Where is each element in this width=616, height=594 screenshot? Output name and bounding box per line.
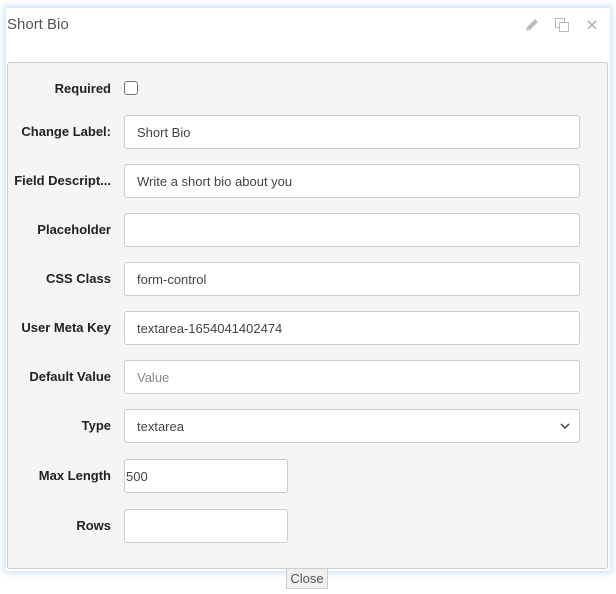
change-label-input[interactable]: [124, 115, 580, 149]
close-button[interactable]: [582, 16, 602, 34]
duplicate-button[interactable]: [552, 16, 572, 34]
css-class-label: CSS Class: [45, 271, 111, 286]
dialog-title: Short Bio: [7, 16, 69, 33]
user-meta-key-label: User Meta Key: [21, 320, 111, 335]
copy-icon: [555, 18, 569, 32]
pencil-icon: [526, 19, 538, 31]
type-label: Type: [81, 418, 111, 433]
field-description-input[interactable]: [124, 164, 580, 198]
settings-panel: Required Change Label: Field Descript...…: [7, 62, 608, 569]
default-value-input[interactable]: [124, 360, 580, 394]
css-class-input[interactable]: [124, 262, 580, 296]
close-panel-button[interactable]: Close: [286, 569, 328, 589]
type-select[interactable]: textarea: [124, 409, 580, 443]
required-label: Required: [54, 81, 111, 96]
edit-button[interactable]: [522, 16, 542, 34]
field-settings-dialog: Short Bio Required Change Label: Short B…: [6, 8, 610, 571]
type-select-value[interactable]: textarea: [124, 409, 580, 443]
user-meta-key-input[interactable]: [124, 311, 580, 345]
default-value-label: Default Value: [29, 369, 111, 384]
placeholder-label: Placeholder: [37, 222, 111, 237]
required-checkbox[interactable]: [124, 81, 138, 95]
title-actions: [522, 16, 602, 34]
change-label-label: Change Label:: [21, 124, 111, 139]
max-length-input[interactable]: [124, 459, 288, 493]
chevron-down-icon: [560, 423, 570, 430]
field-description-label: Field Descript...: [14, 173, 111, 188]
rows-input[interactable]: [124, 509, 288, 543]
max-length-label: Max Length: [38, 468, 111, 483]
rows-label: Rows: [76, 518, 111, 533]
dialog-titlebar: Short Bio: [6, 8, 610, 62]
placeholder-input[interactable]: [124, 213, 580, 247]
close-icon: [587, 20, 597, 30]
